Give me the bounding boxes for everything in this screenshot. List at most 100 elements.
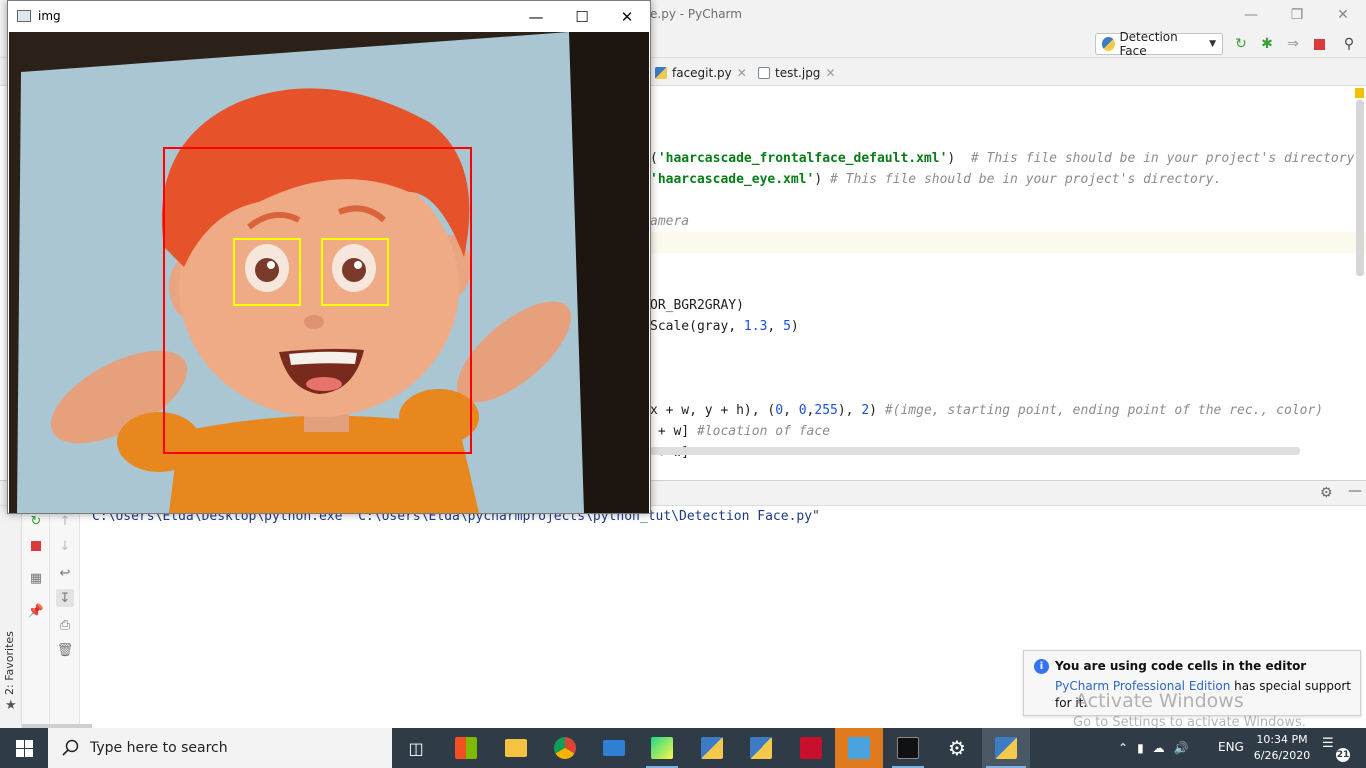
python-idle-app[interactable]: [688, 728, 736, 768]
start-button[interactable]: [0, 728, 48, 768]
img-window-title: img: [38, 9, 61, 23]
scroll-to-end-icon[interactable]: ↧: [56, 589, 74, 607]
settings-app[interactable]: ⚙: [933, 728, 981, 768]
activate-windows-watermark: Activate Windows: [1075, 690, 1244, 712]
mail-icon: [603, 740, 625, 756]
cmd-app[interactable]: [884, 728, 932, 768]
trash-icon[interactable]: 🗑: [56, 641, 74, 659]
python-window-app[interactable]: [982, 728, 1030, 768]
system-tray: ⌃ ▮ ☁ 🔊: [1118, 728, 1189, 768]
code-line: x + w, y + h), (0, 0,255), 2) #(imge, st…: [650, 403, 1324, 418]
action-center-icon[interactable]: ☰: [1322, 736, 1334, 751]
arrow-up-icon[interactable]: ↑: [56, 512, 74, 530]
code-line: + w] #location of face: [650, 424, 831, 439]
tab-label: facegit.py: [672, 66, 732, 80]
close-icon[interactable]: ✕: [737, 66, 747, 80]
img-maximize-button[interactable]: ☐: [559, 1, 605, 32]
store-icon: [455, 737, 477, 759]
mcafee-app[interactable]: [787, 728, 835, 768]
windows-logo-icon: [15, 739, 33, 757]
tab-label: test.jpg: [775, 66, 821, 80]
tab-test-jpg[interactable]: test.jpg ✕: [758, 62, 836, 84]
camera-frame: [9, 32, 649, 513]
chevron-down-icon: ▼: [1209, 39, 1216, 49]
volume-icon[interactable]: 🔊: [1174, 741, 1189, 755]
minimize-panel-icon[interactable]: —: [1348, 483, 1362, 499]
run-config-selector[interactable]: Detection Face ▼: [1095, 30, 1223, 58]
python-file-icon: [655, 67, 667, 79]
code-line: 'haarcascade_eye.xml') # This file shoul…: [650, 172, 1222, 187]
search-icon[interactable]: ⚲: [1340, 35, 1358, 53]
pycharm-restore-button[interactable]: ❐: [1274, 0, 1320, 30]
warning-marker[interactable]: [1355, 88, 1364, 98]
pin-icon[interactable]: 📌: [27, 602, 45, 620]
file-explorer-app[interactable]: [492, 728, 540, 768]
terminal-icon: [897, 737, 919, 759]
pycharm-close-button[interactable]: ✕: [1320, 0, 1366, 30]
gear-icon: ⚙: [948, 736, 966, 760]
control-panel-app[interactable]: [835, 728, 883, 768]
code-line: Scale(gray, 1.3, 5): [650, 319, 799, 334]
eye-detection-box: [321, 238, 389, 306]
horizontal-scrollbar[interactable]: [650, 447, 1300, 455]
window-app-icon: [17, 10, 31, 22]
img-window: img — ☐ ✕: [7, 0, 651, 514]
console-actions-column: ↑ ↓ ↩ ↧ ⎙ 🗑: [50, 506, 80, 728]
task-view-button[interactable]: ◫: [392, 728, 440, 768]
print-icon[interactable]: ⎙: [56, 616, 74, 634]
debug-bug-icon[interactable]: ✱: [1258, 35, 1276, 53]
current-line-highlight: [650, 232, 1366, 253]
pycharm-app[interactable]: [638, 728, 686, 768]
soft-wrap-icon[interactable]: ↩: [56, 564, 74, 582]
img-titlebar[interactable]: img — ☐ ✕: [8, 1, 650, 32]
info-icon: i: [1034, 659, 1049, 674]
python-app[interactable]: [737, 728, 785, 768]
notification-count-badge: 21: [1336, 748, 1350, 762]
input-language[interactable]: ENG: [1218, 740, 1244, 754]
code-line: ('haarcascade_frontalface_default.xml') …: [650, 151, 1355, 166]
clock-date: 6/26/2020: [1253, 749, 1311, 762]
cloud-icon[interactable]: ☁: [1153, 741, 1165, 755]
store-app[interactable]: [442, 728, 490, 768]
arrow-down-icon[interactable]: ↓: [56, 537, 74, 555]
python-icon: [995, 737, 1017, 759]
code-line: OR_BGR2GRAY): [650, 298, 744, 313]
chevron-up-icon[interactable]: ⌃: [1118, 741, 1128, 755]
favorites-tool-button[interactable]: 2: Favorites: [3, 631, 16, 695]
run-config-label: Detection Face: [1119, 30, 1178, 58]
chrome-icon: [554, 737, 576, 759]
layout-icon[interactable]: ▦: [27, 569, 45, 587]
control-panel-icon: [848, 737, 870, 759]
rerun-icon[interactable]: ↻: [1232, 35, 1250, 53]
search-icon: [62, 739, 79, 756]
face-detection-box: [163, 147, 472, 454]
mcafee-icon: [800, 737, 822, 759]
taskbar-search-box[interactable]: Type here to search: [48, 728, 392, 768]
task-view-icon: ◫: [408, 738, 424, 758]
code-line: amera: [650, 214, 690, 229]
star-icon: ★: [5, 698, 17, 713]
clock-time: 10:34 PM: [1256, 733, 1308, 746]
tab-facegit[interactable]: facegit.py ✕: [655, 62, 747, 84]
chrome-app[interactable]: [541, 728, 589, 768]
pycharm-minimize-button[interactable]: —: [1228, 0, 1274, 30]
pycharm-icon: [651, 737, 673, 759]
battery-icon[interactable]: ▮: [1137, 741, 1144, 755]
img-minimize-button[interactable]: —: [513, 1, 559, 32]
stop-icon[interactable]: [27, 537, 45, 555]
clock[interactable]: 10:34 PM 6/26/2020: [1250, 732, 1314, 764]
run-actions-column: ↻ ▦ 📌: [22, 506, 50, 728]
img-close-button[interactable]: ✕: [604, 1, 650, 32]
close-icon[interactable]: ✕: [825, 66, 835, 80]
vertical-scrollbar[interactable]: [1356, 100, 1364, 276]
folder-icon: [505, 739, 527, 757]
attach-icon[interactable]: ⇒: [1284, 35, 1302, 53]
eye-detection-box: [233, 238, 301, 306]
python-icon: [750, 737, 772, 759]
gear-icon[interactable]: ⚙: [1320, 485, 1333, 501]
rerun-icon[interactable]: ↻: [27, 512, 45, 530]
search-placeholder: Type here to search: [90, 740, 228, 756]
stop-icon[interactable]: [1310, 35, 1328, 53]
python-icon: [1102, 37, 1116, 51]
mail-app[interactable]: [590, 728, 638, 768]
